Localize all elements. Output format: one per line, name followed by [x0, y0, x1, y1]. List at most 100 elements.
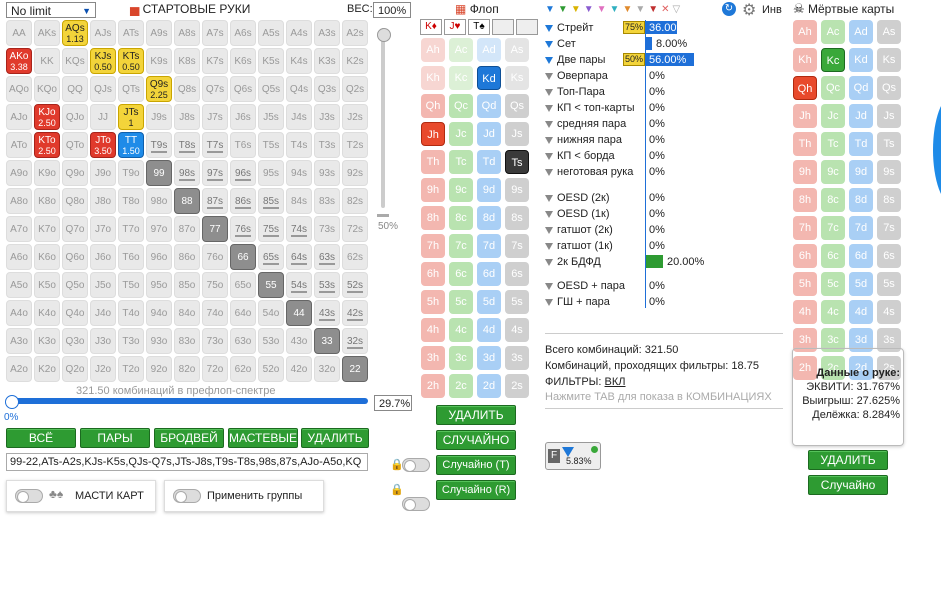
- stat-row[interactable]: Топ-Пара 0%: [545, 84, 785, 100]
- hand-cell-QQ[interactable]: QQ: [62, 76, 88, 102]
- range-slider-thumb[interactable]: [5, 395, 19, 409]
- hand-cell-99[interactable]: 99: [146, 160, 172, 186]
- dead-card-9s[interactable]: 9s: [877, 160, 901, 184]
- filter-funnel-icon[interactable]: [545, 24, 553, 32]
- hand-cell-Q3o[interactable]: Q3o: [62, 328, 88, 354]
- hand-cell-32s[interactable]: 32s: [342, 328, 368, 354]
- hand-cell-A5s[interactable]: A5s: [258, 20, 284, 46]
- flop-card-2c[interactable]: 2c: [449, 374, 473, 398]
- hand-cell-K5s[interactable]: K5s: [258, 48, 284, 74]
- filter-icons-bar[interactable]: ▼▼▼▼▼▼▼▼▼✕▽: [545, 4, 683, 15]
- stat-row[interactable]: Сет 8.00%: [545, 36, 785, 52]
- weight-vslider-thumb[interactable]: [377, 28, 391, 42]
- dead-card-Ac[interactable]: Ac: [821, 20, 845, 44]
- turn-lock-toggle[interactable]: [402, 458, 430, 472]
- flop-card-6h[interactable]: 6h: [421, 262, 445, 286]
- flop-card-Kh[interactable]: Kh: [421, 66, 445, 90]
- flop-card-5s[interactable]: 5s: [505, 290, 529, 314]
- flop-slot-2[interactable]: J♥: [444, 19, 466, 35]
- flop-card-4s[interactable]: 4s: [505, 318, 529, 342]
- flop-card-5d[interactable]: 5d: [477, 290, 501, 314]
- hand-cell-A6s[interactable]: A6s: [230, 20, 256, 46]
- hand-cell-J7s[interactable]: J7s: [202, 104, 228, 130]
- filter-purple-icon[interactable]: ▼: [584, 4, 597, 15]
- hand-cell-Q8s[interactable]: Q8s: [174, 76, 200, 102]
- stat-row[interactable]: КП < борда 0%: [545, 148, 785, 164]
- hand-cell-42s[interactable]: 42s: [342, 300, 368, 326]
- hand-cell-ATs[interactable]: ATs: [118, 20, 144, 46]
- hand-cell-Q2s[interactable]: Q2s: [342, 76, 368, 102]
- dead-card-Td[interactable]: Td: [849, 132, 873, 156]
- flop-card-7s[interactable]: 7s: [505, 234, 529, 258]
- hand-cell-T9o[interactable]: T9o: [118, 160, 144, 186]
- flop-card-Jc[interactable]: Jc: [449, 122, 473, 146]
- filter-funnel-icon[interactable]: [545, 56, 553, 64]
- hand-cell-Q3s[interactable]: Q3s: [314, 76, 340, 102]
- hand-cell-52s[interactable]: 52s: [342, 272, 368, 298]
- hand-cell-74o[interactable]: 74o: [202, 300, 228, 326]
- hand-cell-52o[interactable]: 52o: [258, 356, 284, 382]
- stat-row[interactable]: 2к БДФД 20.00%: [545, 254, 785, 270]
- dead-card-picker[interactable]: Ah Ac Ad As Kh Kc Kd Ks Qh Qc Qd Qs Jh Jc Jd Js Th Tc Td Ts…: [793, 20, 901, 380]
- hand-cell-93o[interactable]: 93o: [146, 328, 172, 354]
- flop-card-Td[interactable]: Td: [477, 150, 501, 174]
- hand-cell-A9o[interactable]: A9o: [6, 160, 32, 186]
- hand-cell-KTo[interactable]: KTo 2.50: [34, 132, 60, 158]
- flop-card-6c[interactable]: 6c: [449, 262, 473, 286]
- hand-cell-J3s[interactable]: J3s: [314, 104, 340, 130]
- flop-card-8d[interactable]: 8d: [477, 206, 501, 230]
- filter-funnel-icon[interactable]: [545, 88, 553, 96]
- filter-funnel-icon[interactable]: [545, 136, 553, 144]
- hand-cell-A3o[interactable]: A3o: [6, 328, 32, 354]
- hand-cell-QJo[interactable]: QJo: [62, 104, 88, 130]
- dead-card-5h[interactable]: 5h: [793, 272, 817, 296]
- dead-card-Ts[interactable]: Ts: [877, 132, 901, 156]
- flop-card-9h[interactable]: 9h: [421, 178, 445, 202]
- stat-row[interactable]: Стрейт 75% 36.00%: [545, 20, 785, 36]
- stat-row[interactable]: КП < топ-карты 0%: [545, 100, 785, 116]
- hand-cell-82s[interactable]: 82s: [342, 188, 368, 214]
- hand-cell-KJs[interactable]: KJs 0.50: [90, 48, 116, 74]
- dead-card-9d[interactable]: 9d: [849, 160, 873, 184]
- hand-cell-A4s[interactable]: A4s: [286, 20, 312, 46]
- hand-cell-92s[interactable]: 92s: [342, 160, 368, 186]
- hand-cell-K9s[interactable]: K9s: [146, 48, 172, 74]
- clear-filters-icon[interactable]: ✕: [661, 4, 672, 15]
- hand-cell-33[interactable]: 33: [314, 328, 340, 354]
- flop-card-Qc[interactable]: Qc: [449, 94, 473, 118]
- flop-card-8c[interactable]: 8c: [449, 206, 473, 230]
- dead-card-4s[interactable]: 4s: [877, 300, 901, 324]
- hand-cell-75s[interactable]: 75s: [258, 216, 284, 242]
- hand-cell-J8s[interactable]: J8s: [174, 104, 200, 130]
- flop-card-Jh[interactable]: Jh: [421, 122, 445, 146]
- hand-cell-J8o[interactable]: J8o: [90, 188, 116, 214]
- gear-icon[interactable]: ⚙: [742, 0, 756, 20]
- dead-card-Qh[interactable]: Qh: [793, 76, 817, 100]
- hand-cell-T4o[interactable]: T4o: [118, 300, 144, 326]
- filter-funnel-icon[interactable]: [545, 194, 553, 202]
- hand-cell-97s[interactable]: 97s: [202, 160, 228, 186]
- dead-card-6h[interactable]: 6h: [793, 244, 817, 268]
- dead-card-4h[interactable]: 4h: [793, 300, 817, 324]
- hand-cell-J2o[interactable]: J2o: [90, 356, 116, 382]
- flop-card-7h[interactable]: 7h: [421, 234, 445, 258]
- hand-cell-65o[interactable]: 65o: [230, 272, 256, 298]
- hand-cell-73o[interactable]: 73o: [202, 328, 228, 354]
- flop-card-Ah[interactable]: Ah: [421, 38, 445, 62]
- flop-slot-3[interactable]: T♠: [468, 19, 490, 35]
- flop-card-6s[interactable]: 6s: [505, 262, 529, 286]
- flop-card-Ks[interactable]: Ks: [505, 66, 529, 90]
- hand-cell-KQs[interactable]: KQs: [62, 48, 88, 74]
- dead-card-Ad[interactable]: Ad: [849, 20, 873, 44]
- random-turn-button[interactable]: Случайно (T): [436, 455, 516, 475]
- stat-row[interactable]: средняя пара 0%: [545, 116, 785, 132]
- dead-card-Js[interactable]: Js: [877, 104, 901, 128]
- filter-empty-icon[interactable]: ▽: [673, 4, 684, 15]
- stat-row[interactable]: OESD + пара 0%: [545, 278, 785, 294]
- hand-cell-22[interactable]: 22: [342, 356, 368, 382]
- hand-cell-53s[interactable]: 53s: [314, 272, 340, 298]
- suits-toggle[interactable]: [15, 489, 43, 503]
- hand-cell-87s[interactable]: 87s: [202, 188, 228, 214]
- hand-cell-Q9s[interactable]: Q9s 2.25: [146, 76, 172, 102]
- weight-vslider[interactable]: [381, 28, 385, 208]
